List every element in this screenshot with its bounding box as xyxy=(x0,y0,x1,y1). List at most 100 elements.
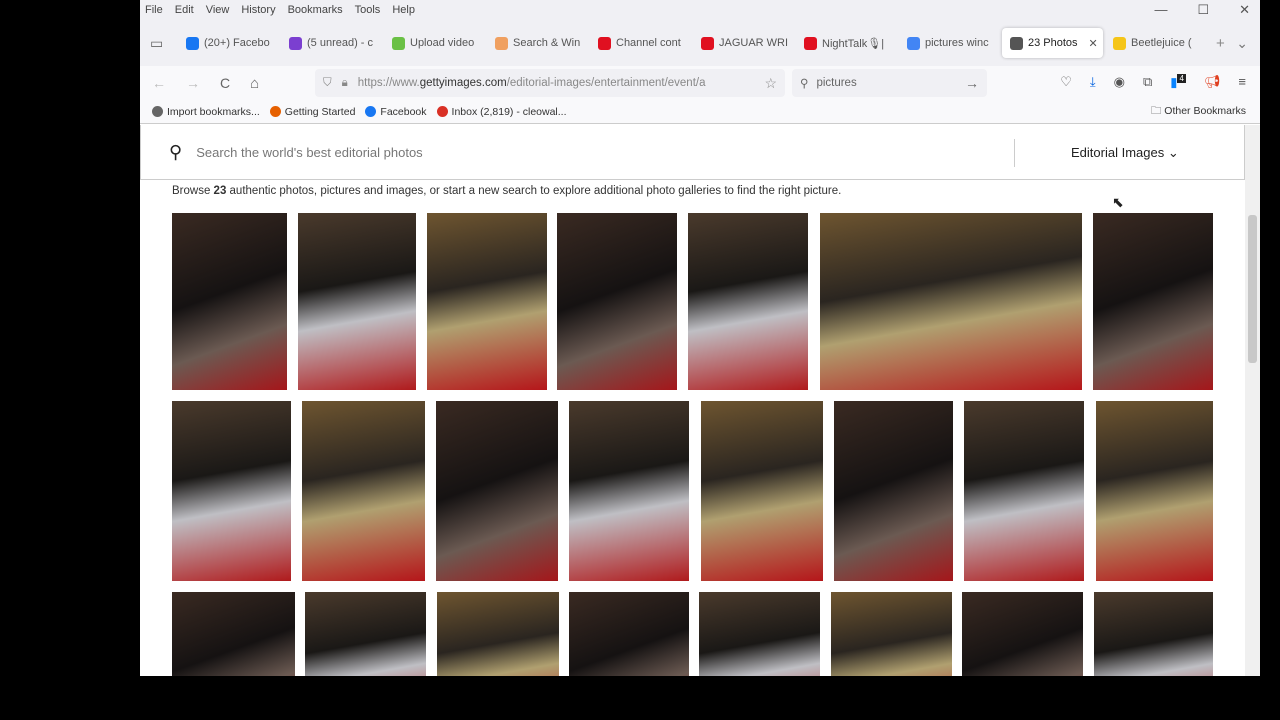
scrollbar[interactable] xyxy=(1245,125,1260,676)
photo-thumbnail[interactable] xyxy=(569,592,689,676)
browse-description: Browse 23 authentic photos, pictures and… xyxy=(172,185,842,197)
lock-icon[interactable]: 🔒︎ xyxy=(342,77,348,90)
photo-thumbnail[interactable] xyxy=(1093,213,1213,390)
extension-badge-icon[interactable]: ▮ 4 xyxy=(1170,74,1186,90)
photo-thumbnail[interactable] xyxy=(436,401,558,581)
photo-thumbnail[interactable] xyxy=(688,213,808,390)
photo-thumbnail[interactable] xyxy=(172,592,295,676)
navigation-bar: ← → C ⌂ ⛉ 🔒︎ https://www.gettyimages.com… xyxy=(140,66,1260,100)
bookmark-icon xyxy=(436,106,448,117)
url-bar[interactable]: ⛉ 🔒︎ https://www.gettyimages.com/editori… xyxy=(315,69,785,97)
photo-thumbnail[interactable] xyxy=(962,592,1083,676)
search-icon: ⚲ xyxy=(800,78,809,90)
dropdown-label: Editorial Images xyxy=(1071,145,1165,160)
extension-badge: 4 xyxy=(1177,74,1186,83)
tab-label: Upload video xyxy=(410,37,475,49)
bookmark-item[interactable]: Facebook xyxy=(365,105,427,118)
other-bookmarks[interactable]: 🗀︎ Other Bookmarks xyxy=(1151,103,1246,121)
photo-thumbnail[interactable] xyxy=(427,213,547,390)
bookmark-icon xyxy=(152,106,163,117)
tab[interactable]: pictures winc xyxy=(899,28,1000,58)
bookmark-item[interactable]: Import bookmarks... xyxy=(152,106,260,118)
tab[interactable]: (20+) Facebo xyxy=(178,28,279,58)
close-window-button[interactable]: ✕ xyxy=(1239,2,1250,18)
tab[interactable]: Upload video xyxy=(384,28,485,58)
menu-file[interactable]: File xyxy=(145,4,163,16)
scrollbar-thumb[interactable] xyxy=(1248,215,1257,363)
photo-thumbnail[interactable] xyxy=(820,213,1082,390)
photo-thumbnail[interactable] xyxy=(964,401,1084,581)
editorial-search-input[interactable]: Search the world's best editorial photos xyxy=(196,145,423,160)
tab-bar: ▭ (20+) Facebo (5 unread) - c Upload video… xyxy=(140,20,1260,66)
tab-overview-icon[interactable]: ▭ xyxy=(150,35,178,52)
new-tab-button[interactable]: + xyxy=(1216,35,1225,52)
search-bar[interactable]: ⚲ pictures → xyxy=(792,69,987,97)
editorial-images-dropdown[interactable]: Editorial Images ⌄ xyxy=(1071,145,1179,161)
tab-favicon-icon xyxy=(1010,36,1023,50)
photo-thumbnail[interactable] xyxy=(831,592,952,676)
tab-favicon-icon xyxy=(495,36,508,50)
tab-favicon-icon xyxy=(907,36,920,50)
bookmark-label: Getting Started xyxy=(284,105,356,118)
photo-thumbnail[interactable] xyxy=(569,401,689,581)
photo-thumbnail[interactable] xyxy=(1094,592,1213,676)
tab-list-button[interactable]: ⌄ xyxy=(1236,35,1248,52)
tab-favicon-icon xyxy=(804,36,817,50)
photo-thumbnail[interactable] xyxy=(172,213,287,390)
downloads-icon[interactable]: ⤓ xyxy=(1090,74,1096,90)
back-button[interactable]: ← xyxy=(152,75,166,91)
bookmark-star-icon[interactable]: ☆ xyxy=(764,74,777,92)
extensions-icon[interactable]: ⧉ xyxy=(1143,74,1152,90)
menu-bar: File Edit View History Bookmarks Tools H… xyxy=(140,0,1260,20)
photo-thumbnail[interactable] xyxy=(699,592,820,676)
bookmark-item[interactable]: Inbox (2,819) - cleowal... xyxy=(436,106,567,118)
tab[interactable]: Search & Win xyxy=(487,28,588,58)
menu-icon[interactable]: ≡ xyxy=(1238,74,1246,90)
tab-label: Channel cont xyxy=(616,37,681,49)
tab[interactable]: Channel cont xyxy=(590,28,691,58)
shield-icon[interactable]: ⛉ xyxy=(323,77,332,90)
tab-label: Beetlejuice ( xyxy=(1131,37,1192,49)
menu-history[interactable]: History xyxy=(241,4,275,16)
getty-search-bar: ⚲ Search the world's best editorial phot… xyxy=(140,125,1245,180)
search-go-button[interactable]: → xyxy=(965,75,979,91)
tab[interactable]: NightTalk🎙| xyxy=(796,28,897,58)
tab-label: Search & Win xyxy=(513,37,581,49)
account-icon[interactable]: ◉ xyxy=(1114,74,1125,90)
minimize-button[interactable]: — xyxy=(1154,2,1167,18)
photo-thumbnail[interactable] xyxy=(834,401,953,581)
photo-thumbnail[interactable] xyxy=(302,401,425,581)
menu-view[interactable]: View xyxy=(206,4,230,16)
bookmarks-bar: Import bookmarks... Getting Started Facebo… xyxy=(140,100,1260,124)
menu-edit[interactable]: Edit xyxy=(175,4,194,16)
tab[interactable]: (5 unread) - c xyxy=(281,28,382,58)
tab-label: 23 Photos xyxy=(1028,37,1078,49)
photo-thumbnail[interactable] xyxy=(305,592,426,676)
pocket-icon[interactable]: ♡ xyxy=(1060,74,1072,90)
tab[interactable]: JAGUAR WRI xyxy=(693,28,794,58)
tab-label: NightTalk🎙| xyxy=(822,37,885,50)
photo-thumbnail[interactable] xyxy=(437,592,559,676)
photo-thumbnail[interactable] xyxy=(701,401,823,581)
search-icon[interactable]: ⚲ xyxy=(169,142,182,163)
home-button[interactable]: ⌂ xyxy=(250,75,259,92)
menu-tools[interactable]: Tools xyxy=(355,4,381,16)
search-input[interactable]: pictures xyxy=(816,77,856,89)
menu-help[interactable]: Help xyxy=(392,4,415,16)
bookmark-item[interactable]: Getting Started xyxy=(269,105,356,118)
tab[interactable]: Beetlejuice ( xyxy=(1105,28,1206,58)
tab-favicon-icon xyxy=(289,36,302,50)
megaphone-icon[interactable]: 📢︎ xyxy=(1204,74,1221,90)
page-content: ⚲ Search the world's best editorial phot… xyxy=(140,125,1260,676)
maximize-button[interactable]: ☐ xyxy=(1197,2,1209,18)
reload-button[interactable]: C xyxy=(220,75,230,91)
photo-thumbnail[interactable] xyxy=(557,213,677,390)
menu-bookmarks[interactable]: Bookmarks xyxy=(288,4,343,16)
bookmark-label: Facebook xyxy=(380,105,427,118)
close-tab-icon[interactable]: ✕ xyxy=(1089,37,1098,50)
photo-thumbnail[interactable] xyxy=(172,401,291,581)
forward-button[interactable]: → xyxy=(186,75,200,91)
tab[interactable]: 23 Photos ✕ xyxy=(1002,28,1103,58)
photo-thumbnail[interactable] xyxy=(298,213,416,390)
photo-thumbnail[interactable] xyxy=(1096,401,1213,581)
